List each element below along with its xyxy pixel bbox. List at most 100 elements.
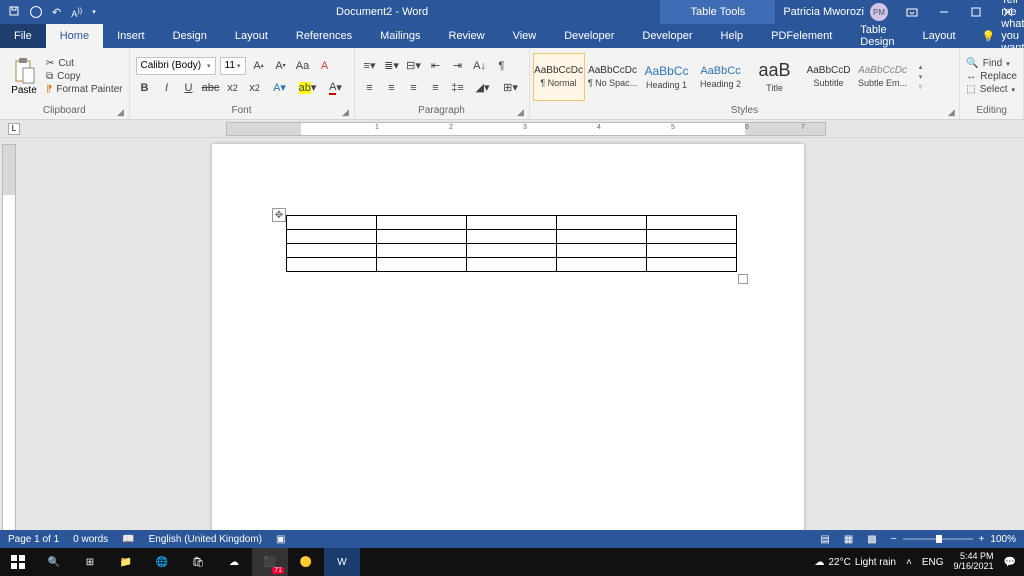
justify-button[interactable]: ≡ <box>427 79 445 97</box>
taskbar-app-explorer[interactable]: 📁 <box>108 548 144 576</box>
table-row[interactable] <box>287 230 737 244</box>
tab-selector[interactable]: L <box>8 123 20 135</box>
zoom-value[interactable]: 100% <box>990 534 1016 545</box>
taskbar-app-mail[interactable]: ☁ <box>216 548 252 576</box>
sort-button[interactable]: A↓ <box>471 57 489 75</box>
borders-button[interactable]: ⊞▾ <box>499 79 523 97</box>
tab-table-design[interactable]: Table Design <box>846 24 908 48</box>
decrease-indent-button[interactable]: ⇤ <box>427 57 445 75</box>
tab-pdfelement[interactable]: PDFelement <box>757 24 846 48</box>
tab-design[interactable]: Design <box>159 24 221 48</box>
taskbar-app-chrome[interactable]: 🟡 <box>288 548 324 576</box>
clipboard-dialog-launcher[interactable]: ◢ <box>115 107 127 119</box>
format-painter-button[interactable]: ⁋Format Painter <box>46 84 123 95</box>
horizontal-ruler[interactable]: 1 2 3 4 5 6 7 <box>226 122 826 136</box>
paragraph-dialog-launcher[interactable]: ◢ <box>515 107 527 119</box>
tab-references[interactable]: References <box>282 24 366 48</box>
underline-button[interactable]: U <box>180 79 198 97</box>
show-marks-button[interactable]: ¶ <box>493 57 511 75</box>
table-row[interactable] <box>287 244 737 258</box>
tab-review[interactable]: Review <box>435 24 499 48</box>
table-row[interactable] <box>287 216 737 230</box>
table-resize-handle[interactable] <box>738 274 748 284</box>
find-button[interactable]: 🔍Find ▾ <box>966 58 1017 69</box>
shading-button[interactable]: ◢▾ <box>471 79 495 97</box>
start-button[interactable] <box>0 548 36 576</box>
read-mode-icon[interactable]: ▤ <box>820 534 829 545</box>
cut-button[interactable]: ✂Cut <box>46 58 123 69</box>
task-view-button[interactable]: ⊞ <box>72 548 108 576</box>
style-item-subtitle[interactable]: AaBbCcDSubtitle <box>803 53 855 101</box>
superscript-button[interactable]: x2 <box>246 79 264 97</box>
minimize-button[interactable] <box>928 0 960 24</box>
font-dialog-launcher[interactable]: ◢ <box>340 107 352 119</box>
redo-icon[interactable]: A)) <box>71 6 82 19</box>
web-layout-icon[interactable]: ▩ <box>867 534 876 545</box>
page[interactable]: ✥ <box>212 144 804 530</box>
text-effects-button[interactable]: A▾ <box>268 79 292 97</box>
styles-gallery[interactable]: AaBbCcDc¶ NormalAaBbCcDc¶ No Spac... AaBb… <box>532 52 910 101</box>
highlight-button[interactable]: ab▾ <box>296 79 320 97</box>
tray-clock[interactable]: 5:44 PM 9/16/2021 <box>954 552 994 572</box>
save-icon[interactable] <box>8 5 20 20</box>
weather-widget[interactable]: ☁ 22°C Light rain <box>815 557 896 568</box>
tab-view[interactable]: View <box>499 24 551 48</box>
spellcheck-icon[interactable]: 📖 <box>122 534 134 545</box>
tray-chevron-icon[interactable]: ˄ <box>906 557 912 568</box>
tab-layout[interactable]: Layout <box>221 24 282 48</box>
replace-button[interactable]: ↔Replace <box>966 71 1017 82</box>
select-button[interactable]: ⬚Select ▾ <box>966 84 1017 95</box>
grow-font-button[interactable]: A▴ <box>250 57 268 75</box>
page-indicator[interactable]: Page 1 of 1 <box>8 534 59 545</box>
change-case-button[interactable]: Aa <box>294 57 312 75</box>
bold-button[interactable]: B <box>136 79 154 97</box>
tab-mailings[interactable]: Mailings <box>366 24 434 48</box>
font-size-combo[interactable]: 11▾ <box>220 57 246 75</box>
print-layout-icon[interactable]: ▦ <box>844 534 853 545</box>
paste-button[interactable]: Paste <box>6 57 42 96</box>
taskbar-app-word[interactable]: W <box>324 548 360 576</box>
tab-file[interactable]: File <box>0 24 46 48</box>
ribbon-options-icon[interactable] <box>896 0 928 24</box>
styles-dialog-launcher[interactable]: ◢ <box>945 107 957 119</box>
style-item-heading-2[interactable]: AaBbCcHeading 2 <box>695 53 747 101</box>
zoom-slider[interactable] <box>903 538 973 540</box>
tab-table-layout[interactable]: Layout <box>909 24 970 48</box>
taskbar-app-edge[interactable]: 🌐 <box>144 548 180 576</box>
font-name-combo[interactable]: Calibri (Body)▾ <box>136 57 216 75</box>
multilevel-list-button[interactable]: ⊟▾ <box>405 57 423 75</box>
clear-formatting-button[interactable]: A <box>316 57 334 75</box>
shrink-font-button[interactable]: A▾ <box>272 57 290 75</box>
numbering-button[interactable]: ≣▾ <box>383 57 401 75</box>
qat-more-icon[interactable]: ▾ <box>92 8 96 16</box>
align-center-button[interactable]: ≡ <box>383 79 401 97</box>
user-account[interactable]: Patricia Mworozi PM <box>775 3 896 21</box>
table-row[interactable] <box>287 258 737 272</box>
taskbar-app-store[interactable]: 🛍 <box>180 548 216 576</box>
notifications-icon[interactable]: 💬 <box>1004 557 1016 568</box>
search-button[interactable]: 🔍 <box>36 548 72 576</box>
style-item-subtle-em-[interactable]: AaBbCcDcSubtle Em... <box>857 53 909 101</box>
language-indicator[interactable]: English (United Kingdom) <box>149 534 262 545</box>
align-left-button[interactable]: ≡ <box>361 79 379 97</box>
tab-help[interactable]: Help <box>707 24 758 48</box>
bullets-button[interactable]: ≡▾ <box>361 57 379 75</box>
taskbar-app-unknown[interactable]: ⬛ <box>252 548 288 576</box>
style-item--no-spac-[interactable]: AaBbCcDc¶ No Spac... <box>587 53 639 101</box>
style-item--normal[interactable]: AaBbCcDc¶ Normal <box>533 53 585 101</box>
copy-button[interactable]: ⧉Copy <box>46 71 123 82</box>
zoom-out-icon[interactable]: − <box>891 534 897 545</box>
tab-home[interactable]: Home <box>46 24 103 48</box>
styles-gallery-more[interactable]: ▴▾▿ <box>914 63 928 91</box>
macro-icon[interactable]: ▣ <box>276 534 285 545</box>
tray-input-lang[interactable]: ENG <box>922 557 944 568</box>
subscript-button[interactable]: x2 <box>224 79 242 97</box>
line-spacing-button[interactable]: ‡≡ <box>449 79 467 97</box>
tab-insert[interactable]: Insert <box>103 24 159 48</box>
document-table[interactable] <box>286 215 737 272</box>
zoom-control[interactable]: − + 100% <box>891 534 1016 545</box>
strikethrough-button[interactable]: abc <box>202 79 220 97</box>
vertical-ruler[interactable] <box>0 138 18 530</box>
word-count[interactable]: 0 words <box>73 534 108 545</box>
tab-developer-2[interactable]: Developer <box>628 24 706 48</box>
